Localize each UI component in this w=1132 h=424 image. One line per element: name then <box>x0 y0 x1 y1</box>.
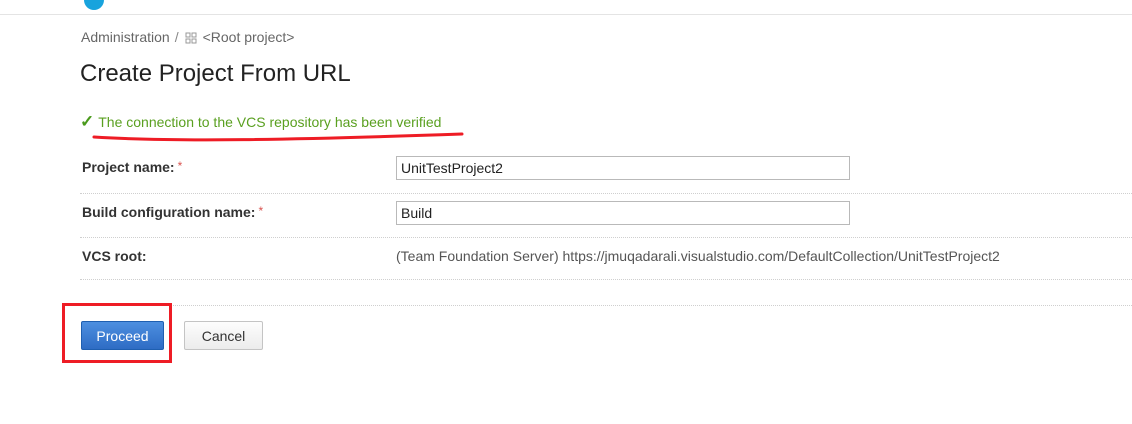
project-name-label: Project name: * <box>82 159 183 175</box>
vcs-root-value: (Team Foundation Server) https://jmuqada… <box>396 248 1000 264</box>
top-bar <box>0 0 1132 15</box>
build-configuration-name-label: Build configuration name: * <box>82 204 264 220</box>
form-row-project-name: Project name: * <box>80 149 1132 194</box>
grid-icon <box>185 31 197 44</box>
breadcrumb-separator: / <box>174 29 179 45</box>
breadcrumb-root-project-link[interactable]: <Root project> <box>203 29 295 45</box>
logo-icon[interactable] <box>84 0 104 10</box>
build-configuration-name-input[interactable] <box>396 201 850 225</box>
proceed-button[interactable]: Proceed <box>81 321 164 350</box>
required-marker: * <box>258 204 264 218</box>
divider <box>80 305 1132 306</box>
cancel-button[interactable]: Cancel <box>184 321 263 350</box>
form-row-build-configuration-name: Build configuration name: * <box>80 193 1132 238</box>
vcs-root-label: VCS root: <box>82 248 147 264</box>
page-title: Create Project From URL <box>80 60 351 87</box>
breadcrumb-administration-link[interactable]: Administration <box>81 29 170 45</box>
annotation-underline <box>92 132 464 142</box>
breadcrumb: Administration / <Root project> <box>81 29 294 45</box>
form-row-vcs-root: VCS root: (Team Foundation Server) https… <box>80 237 1132 280</box>
project-name-input[interactable] <box>396 156 850 180</box>
required-marker: * <box>177 159 183 173</box>
